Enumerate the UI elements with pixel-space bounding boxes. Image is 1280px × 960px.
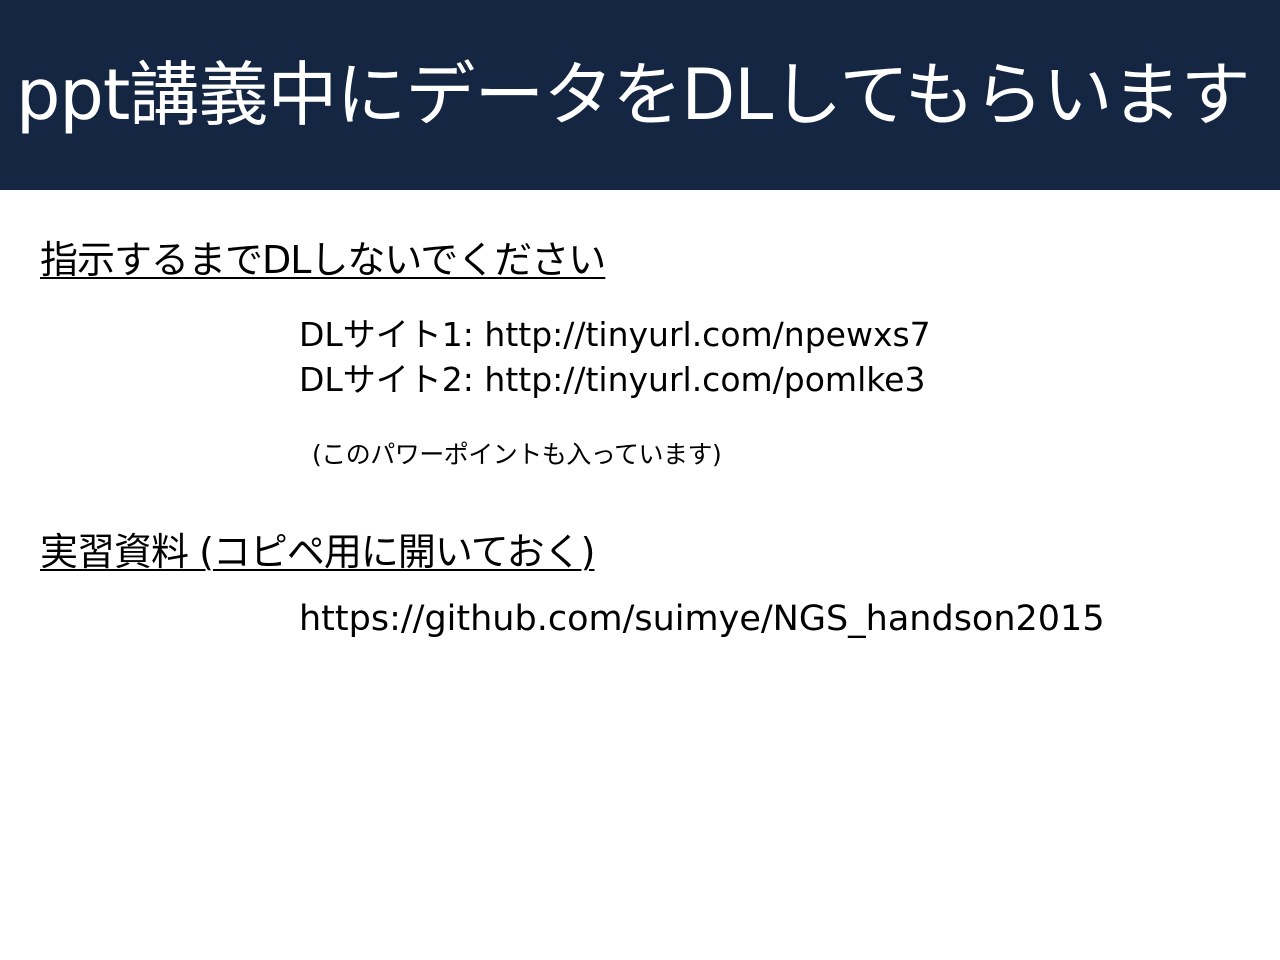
section-heading-download-instruction: 指示するまでDLしないでください	[40, 238, 606, 282]
github-repository-link[interactable]: https://github.com/suimye/NGS_handson201…	[299, 596, 1105, 642]
download-link-site-2[interactable]: DLサイト2: http://tinyurl.com/pomlke3	[299, 357, 931, 402]
slide-title: ppt講義中にデータをDLしてもらいます	[16, 54, 1251, 136]
download-link-site-1[interactable]: DLサイト1: http://tinyurl.com/npewxs7	[299, 312, 931, 357]
section-heading-practice-materials: 実習資料 (コピペ用に開いておく)	[40, 530, 595, 574]
slide-title-bar: ppt講義中にデータをDLしてもらいます	[0, 0, 1280, 190]
download-links: DLサイト1: http://tinyurl.com/npewxs7 DLサイト…	[299, 312, 931, 402]
powerpoint-included-note: (このパワーポイントも入っています)	[312, 440, 722, 469]
